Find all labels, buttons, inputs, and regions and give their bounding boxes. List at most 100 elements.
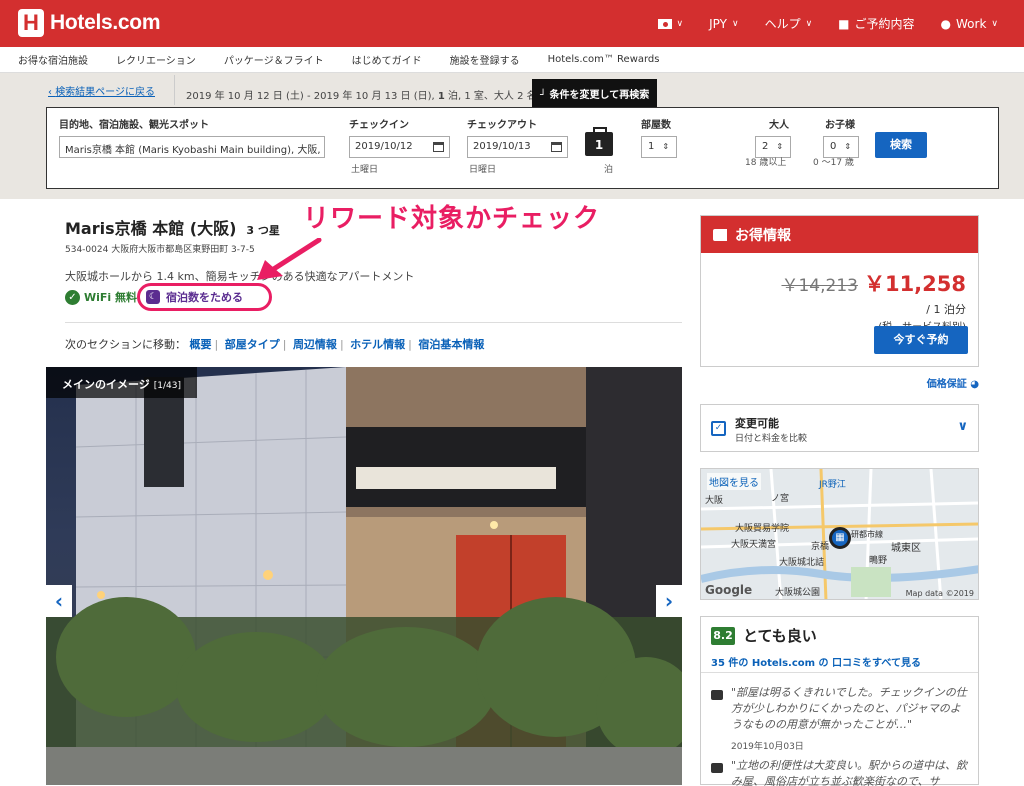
corner-arrow-icon: ┘ (540, 90, 550, 101)
divider (701, 672, 978, 673)
user-icon: ● (940, 16, 952, 31)
map-widget[interactable]: 地図を見る JR野江 大阪 ノ宮 大阪貿易学院 研都市線 城東区 大阪天満宮 京… (700, 468, 979, 600)
rooms-label: 部屋数 (641, 120, 671, 131)
checkin-label: チェックイン (349, 120, 409, 131)
checkout-day: 日曜日 (469, 165, 497, 175)
top-header: H Hotels.com ∨ JPY ∨ ヘルプ ∨ ■ ご予約内容 ● Work ∨ (0, 0, 1024, 47)
divider (174, 75, 175, 105)
hotel-map-pin-icon[interactable]: ▦ (829, 527, 851, 549)
checkout-input[interactable]: 2019/10/13 (467, 136, 568, 158)
children-label: お子様 (825, 120, 855, 131)
review-quote: "立地の利便性は大変良い。駅からの道中は、飲み屋、風俗店が立ち並ぶ歓楽街なので、… (731, 759, 968, 786)
destination-input[interactable]: Maris京橋 本館 (Maris Kyobashi Main building… (59, 136, 325, 158)
flexible-dates-panel[interactable]: ✓ 変更可能 日付と料金を比較 ∨ (700, 404, 979, 452)
wifi-badge: ✓ WiFi 無料 (65, 289, 137, 305)
annotation-text: リワード対象かチェック (303, 204, 601, 234)
jump-basic-info[interactable]: 宿泊基本情報 (418, 338, 484, 351)
calendar-check-icon: ✓ (711, 421, 726, 436)
subnav-packages[interactable]: パッケージ＆フライト (224, 52, 324, 67)
search-button[interactable]: 検索 (875, 132, 927, 158)
adults-note: 18 歳以上 (745, 158, 787, 168)
top-nav: ∨ JPY ∨ ヘルプ ∨ ■ ご予約内容 ● Work ∨ (657, 0, 1024, 47)
annotation-arrow (257, 238, 322, 280)
destination-label: 目的地、宿泊施設、観光スポット (59, 120, 209, 131)
modify-search-button[interactable]: ┘ 条件を変更して再検索 (532, 79, 658, 107)
rooms-stepper[interactable]: 1 ⇕ (641, 136, 677, 158)
review-score: 8.2 (711, 627, 735, 645)
guarantee-icon: ◕ (970, 379, 979, 390)
new-price: ￥11,258 (863, 272, 966, 296)
photo-next-button[interactable]: › (656, 585, 682, 617)
jump-rooms[interactable]: 部屋タイプ (225, 338, 280, 351)
rewards-moon-icon: ☾ (146, 290, 160, 304)
map-credit: Map data ©2019 (905, 589, 974, 598)
nights-icon: 1 (585, 127, 613, 156)
flexible-subtitle: 日付と料金を比較 (735, 434, 808, 444)
calendar-icon (433, 142, 444, 152)
chevron-left-icon: ‹ (54, 589, 64, 613)
photo-label: メインのイメージ [1/43] (46, 367, 198, 398)
hotels-logo[interactable]: H Hotels.com (18, 9, 161, 37)
chevron-down-icon: ∨ (957, 419, 968, 434)
chevron-down-icon: ∨ (676, 18, 684, 29)
hotel-description: 大阪城ホールから 1.4 km、簡易キッチンのある快適なアパートメント (65, 270, 415, 283)
chevron-down-icon: ∨ (805, 18, 813, 29)
photo-prev-button[interactable]: ‹ (46, 585, 72, 617)
japan-flag-icon (657, 18, 672, 29)
subnav-guide[interactable]: はじめてガイド (352, 52, 422, 67)
chevron-down-icon: ∨ (991, 18, 998, 29)
currency-selector[interactable]: JPY ∨ (709, 17, 738, 31)
updown-icon: ⇕ (844, 142, 852, 151)
hotel-name: Maris京橋 本館 (大阪) 3 つ星 (65, 219, 280, 238)
rewards-badge[interactable]: ☾ 宿泊数をためる (137, 283, 272, 311)
jump-hotel-info[interactable]: ホテル情報 (350, 338, 405, 351)
chevron-down-icon: ∨ (731, 18, 739, 29)
section-jump-nav: 次のセクションに移動： 概要 | 部屋タイプ | 周辺情報 | ホテル情報 | 宿泊基本… (65, 338, 485, 351)
price-guarantee-link[interactable]: 価格保証 ◕ (700, 375, 979, 390)
review-date: 2019年10月03日 (731, 742, 804, 752)
star-rating: 3 つ星 (246, 224, 280, 237)
briefcase-icon: ■ (838, 16, 850, 31)
view-map-link[interactable]: 地図を見る (707, 473, 761, 490)
all-reviews-link[interactable]: 35 件の Hotels.com の 口コミをすべて見る (711, 654, 921, 669)
deal-card: お得情報 ￥14,213￥11,258 / 1 泊分 (税、サービス料別) 今す… (700, 215, 979, 367)
review-quote: "部屋は明るくきれいでした。チェックインの仕方が少しわかりにくかったのと、パジャ… (731, 686, 967, 731)
quote-icon (711, 763, 723, 773)
checkout-label: チェックアウト (467, 120, 537, 131)
help-menu[interactable]: ヘルプ ∨ (765, 15, 813, 32)
back-to-results-link[interactable]: ‹ 検索結果ページに戻る (48, 83, 155, 98)
book-now-button[interactable]: 今すぐ予約 (874, 326, 968, 354)
jump-overview[interactable]: 概要 (190, 338, 212, 351)
updown-icon: ⇕ (662, 142, 670, 151)
flexible-title: 変更可能 (735, 417, 779, 430)
tag-icon (713, 228, 727, 241)
price-block: ￥14,213￥11,258 / 1 泊分 (税、サービス料別) (781, 268, 966, 333)
checkin-input[interactable]: 2019/10/12 (349, 136, 450, 158)
language-selector[interactable]: ∨ (657, 18, 684, 29)
checkin-day: 土曜日 (351, 165, 379, 175)
nights-unit: 泊 (604, 165, 614, 175)
account-menu[interactable]: ● Work ∨ (941, 17, 998, 31)
divider (65, 322, 682, 323)
deal-header: お得情報 (701, 216, 978, 253)
chevron-right-icon: › (664, 589, 674, 613)
subnav-deals[interactable]: お得な宿泊施設 (18, 52, 88, 67)
subnav-rewards[interactable]: Hotels.com™ Rewards (548, 54, 660, 65)
adults-label: 大人 (769, 120, 789, 131)
reservations-link[interactable]: ■ ご予約内容 (838, 15, 914, 32)
search-form: 目的地、宿泊施設、観光スポット Maris京橋 本館 (Maris Kyobas… (46, 107, 999, 189)
updown-icon: ⇕ (776, 142, 784, 151)
old-price: ￥14,213 (781, 276, 858, 296)
sub-nav: お得な宿泊施設 レクリエーション パッケージ＆フライト はじめてガイド 施設を登… (0, 47, 1024, 73)
google-logo: Google (705, 583, 753, 597)
logo-icon: H (18, 9, 44, 37)
jump-surroundings[interactable]: 周辺情報 (293, 338, 337, 351)
reviews-panel: 8.2 とても良い 35 件の Hotels.com の 口コミをすべて見る "… (700, 616, 979, 786)
per-night: / 1 泊分 (926, 303, 966, 316)
review-label: とても良い (743, 627, 817, 645)
subnav-list-property[interactable]: 施設を登録する (450, 52, 520, 67)
building-illustration (46, 367, 682, 785)
quote-icon (711, 690, 723, 700)
subnav-recreation[interactable]: レクリエーション (116, 52, 196, 67)
hotel-photo[interactable]: メインのイメージ [1/43] ‹ › (46, 367, 682, 785)
